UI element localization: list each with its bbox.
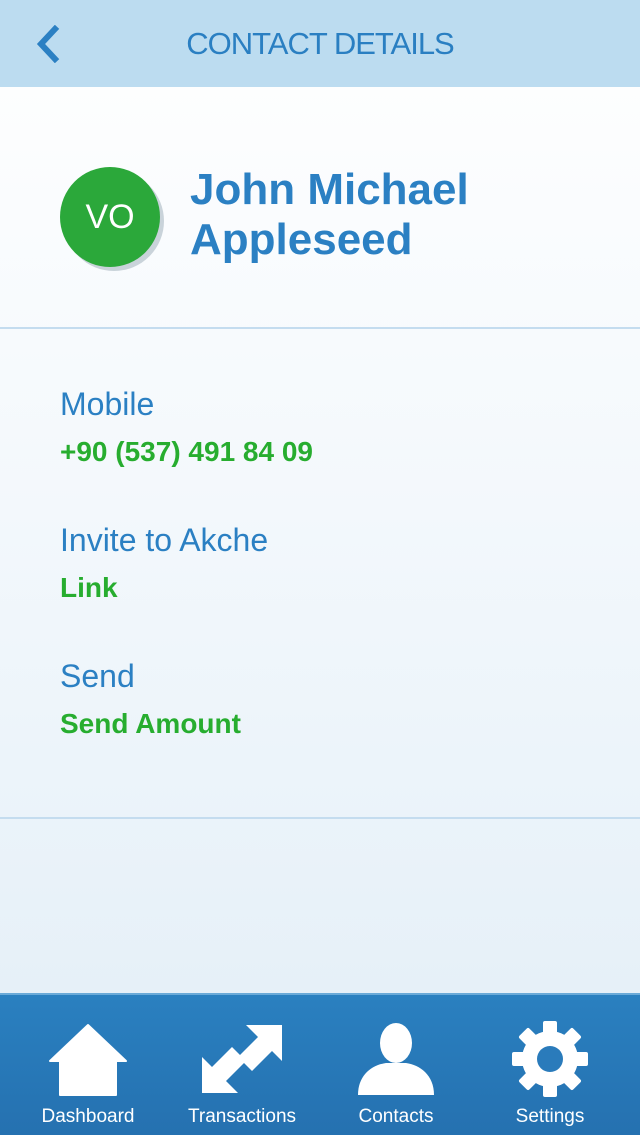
tab-settings-label: Settings [515, 1106, 585, 1127]
page-title: CONTACT DETAILS [186, 25, 454, 61]
invite-link[interactable]: Link [60, 572, 118, 604]
avatar-initials: VO [85, 197, 135, 236]
person-icon [358, 1023, 434, 1095]
tab-dashboard-label: Dashboard [41, 1106, 135, 1127]
mobile-value[interactable]: +90 (537) 491 84 09 [60, 436, 313, 468]
send-label: Send [60, 658, 135, 694]
tab-dashboard[interactable]: Dashboard [8, 995, 168, 1135]
tab-contacts[interactable]: Contacts [316, 995, 476, 1135]
tab-bar: Dashboard Transactions Contacts Settings [0, 993, 640, 1135]
home-icon [49, 1024, 127, 1096]
navigation-bar: CONTACT DETAILS [0, 0, 640, 87]
contact-name-line1: John Michael [190, 165, 469, 214]
send-amount-link[interactable]: Send Amount [60, 708, 241, 740]
contact-name-line2: Appleseed [190, 215, 413, 264]
contact-profile: VO John Michael Appleseed [0, 87, 640, 327]
chevron-left-icon [36, 25, 60, 63]
tab-transactions-label: Transactions [187, 1106, 297, 1127]
divider [0, 327, 640, 329]
tab-contacts-label: Contacts [358, 1106, 434, 1127]
arrows-icon [202, 1025, 282, 1093]
back-button[interactable] [26, 22, 70, 66]
invite-label: Invite to Akche [60, 522, 269, 558]
contact-name: John Michael Appleseed [190, 165, 610, 265]
gear-icon [512, 1021, 588, 1097]
mobile-label: Mobile [60, 386, 155, 422]
tab-transactions[interactable]: Transactions [162, 995, 322, 1135]
tab-settings[interactable]: Settings [470, 995, 630, 1135]
avatar: VO [60, 167, 160, 267]
divider [0, 817, 640, 819]
